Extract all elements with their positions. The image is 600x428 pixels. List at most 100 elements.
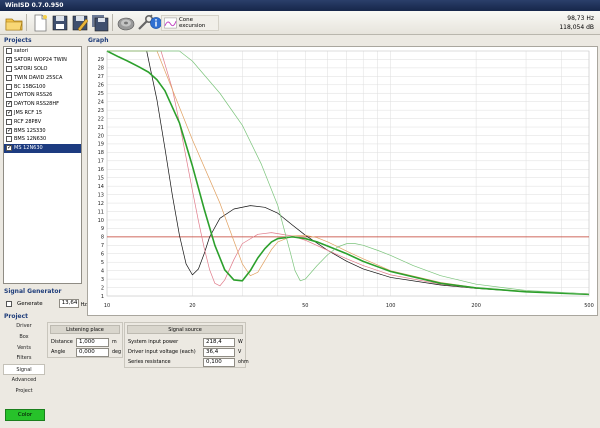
project-checkbox[interactable] (6, 83, 12, 90)
driver-input-voltage-input[interactable]: 36,4 (203, 348, 235, 357)
generator-frequency-input[interactable]: 13,64 (58, 299, 79, 308)
project-item[interactable]: satori (4, 47, 81, 56)
x-tick-label: 50 (302, 303, 308, 309)
system-input-power-label: System input power (128, 339, 179, 345)
series-resistance-unit: ohm (238, 360, 249, 365)
project-checkbox[interactable] (6, 100, 12, 108)
frequency-readout: 98,73 Hz (567, 15, 594, 22)
project-item[interactable]: SATORI SOLO (4, 65, 81, 74)
y-tick-label: 4 (101, 268, 104, 274)
project-label: SATORI WOP24 TWIN (14, 57, 67, 64)
project-checkbox[interactable] (6, 136, 12, 143)
project-item[interactable]: BMS 12S330 (4, 126, 81, 135)
project-label: DAYTON RSS28HF (14, 101, 59, 108)
distance-input[interactable]: 1,000 (76, 338, 109, 347)
y-tick-label: 27 (98, 74, 104, 80)
distance-unit: m (112, 340, 117, 345)
series-line-3 (107, 50, 590, 295)
project-checkbox[interactable] (6, 118, 12, 125)
project-nav-vents[interactable]: Vents (3, 343, 45, 354)
y-tick-label: 20 (98, 133, 104, 139)
series-resistance-input[interactable]: 0,100 (203, 358, 235, 367)
project-label: BMS 12N630 (14, 136, 47, 143)
project-nav-filters[interactable]: Filters (3, 353, 45, 364)
projects-list[interactable]: satori SATORI WOP24 TWINSATORI SOLO TWIN D… (3, 46, 82, 284)
project-item[interactable]: DAYTON RSS26 (4, 91, 81, 100)
project-checkbox[interactable] (6, 65, 12, 72)
project-label: BMS 12S330 (14, 127, 46, 134)
project-nav-box[interactable]: Box (3, 332, 45, 343)
project-item[interactable]: BC 15BG100 (4, 82, 81, 91)
save-as-icon[interactable] (70, 13, 90, 33)
save-icon[interactable] (50, 13, 70, 33)
x-tick-label: 200 (471, 303, 481, 309)
project-checkbox[interactable] (6, 92, 12, 99)
system-input-power-input[interactable]: 218,4 (203, 338, 235, 347)
cone-excursion-chart[interactable]: 1234567891011121314151617181920212223242… (88, 47, 597, 315)
project-item[interactable]: RCF 28P8V (4, 117, 81, 126)
project-item[interactable]: SATORI WOP24 TWIN (4, 56, 81, 65)
projects-title: Projects (4, 37, 32, 44)
color-button[interactable]: Color (5, 409, 45, 421)
project-nav-advanced[interactable]: Advanced (3, 375, 45, 386)
y-tick-label: 22 (98, 116, 104, 122)
chart-icon (164, 17, 177, 29)
project-checkbox[interactable] (6, 109, 12, 117)
y-tick-label: 23 (98, 108, 104, 114)
project-item[interactable]: TWIN DAVID 25SCA (4, 73, 81, 82)
project-checkbox[interactable] (6, 74, 12, 81)
project-label: DAYTON RSS26 (14, 92, 53, 99)
signal-source-header: Signal source (127, 325, 243, 334)
y-tick-label: 21 (98, 125, 104, 131)
new-file-icon[interactable] (30, 13, 50, 33)
project-checkbox[interactable] (6, 48, 12, 55)
angle-unit: deg (112, 350, 122, 355)
project-nav-driver[interactable]: Driver (3, 321, 45, 332)
driver-input-voltage-label: Driver input voltage (each) (128, 349, 196, 355)
series-line-1 (107, 50, 590, 295)
y-tick-label: 7 (101, 243, 104, 249)
y-tick-label: 6 (101, 252, 104, 258)
project-item[interactable]: JMS RCF 15 (4, 109, 81, 118)
cone-excursion-button[interactable]: Cone excursion (161, 15, 219, 31)
y-tick-label: 15 (98, 176, 104, 182)
y-tick-label: 1 (101, 294, 104, 300)
y-tick-label: 26 (98, 83, 104, 89)
project-item[interactable]: BMS 12N630 (4, 135, 81, 144)
y-tick-label: 2 (101, 285, 104, 291)
y-tick-label: 10 (98, 218, 104, 224)
signal-generator-title: Signal Generator (4, 288, 62, 295)
x-tick-label: 500 (584, 303, 594, 309)
project-nav: Driver Box Vents Filters Signal Advanced Proje… (3, 321, 45, 397)
driver-db-icon[interactable] (116, 13, 136, 33)
toolbar-separator (26, 14, 27, 31)
window-title: WinISD 0.7.0.950 (0, 0, 600, 11)
x-tick-label: 20 (189, 303, 195, 309)
y-tick-label: 14 (98, 184, 104, 190)
project-nav-project[interactable]: Project (3, 386, 45, 397)
project-item[interactable]: MS 12N630 (4, 143, 81, 153)
graph-panel[interactable]: 1 2 3 4 5 6 7 8 9 10 11 12 13 14 15 16 17 18 19 20 21 22 23 24 2… (87, 46, 598, 316)
save-all-icon[interactable] (90, 13, 110, 33)
project-label: BC 15BG100 (14, 83, 46, 90)
generate-checkbox[interactable] (6, 300, 12, 307)
angle-input[interactable]: 0,000 (76, 348, 109, 357)
y-tick-label: 5 (101, 260, 104, 266)
project-checkbox[interactable] (6, 127, 12, 135)
project-label: SATORI SOLO (14, 65, 48, 72)
project-nav-signal[interactable]: Signal (3, 364, 45, 375)
y-tick-label: 8 (101, 235, 104, 241)
project-checkbox[interactable] (6, 56, 12, 64)
listening-place-panel: Listening place Distance 1,000 m Angle 0… (47, 322, 123, 358)
project-checkbox[interactable] (6, 144, 12, 152)
series-resistance-label: Series resistance (128, 359, 171, 365)
y-tick-label: 25 (98, 91, 104, 97)
project-item[interactable]: DAYTON RSS28HF (4, 100, 81, 109)
x-tick-label: 100 (386, 303, 396, 309)
info-icon[interactable] (150, 13, 162, 33)
driver-input-voltage-unit: V (238, 350, 242, 355)
open-folder-icon[interactable] (4, 13, 24, 33)
y-tick-label: 24 (98, 99, 104, 105)
series-line-5 (107, 50, 590, 295)
y-tick-label: 29 (98, 57, 104, 63)
